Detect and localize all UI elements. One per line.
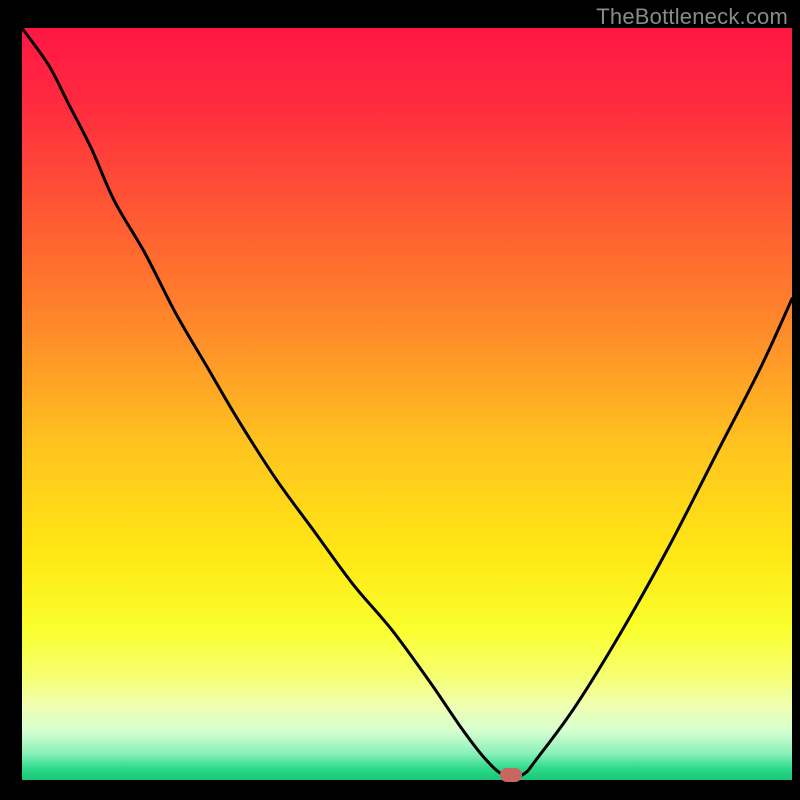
watermark-text: TheBottleneck.com xyxy=(596,4,788,30)
chart-frame: TheBottleneck.com xyxy=(0,0,800,800)
gradient-background xyxy=(22,28,792,780)
bottleneck-chart xyxy=(0,0,800,800)
optimum-marker xyxy=(500,768,522,782)
